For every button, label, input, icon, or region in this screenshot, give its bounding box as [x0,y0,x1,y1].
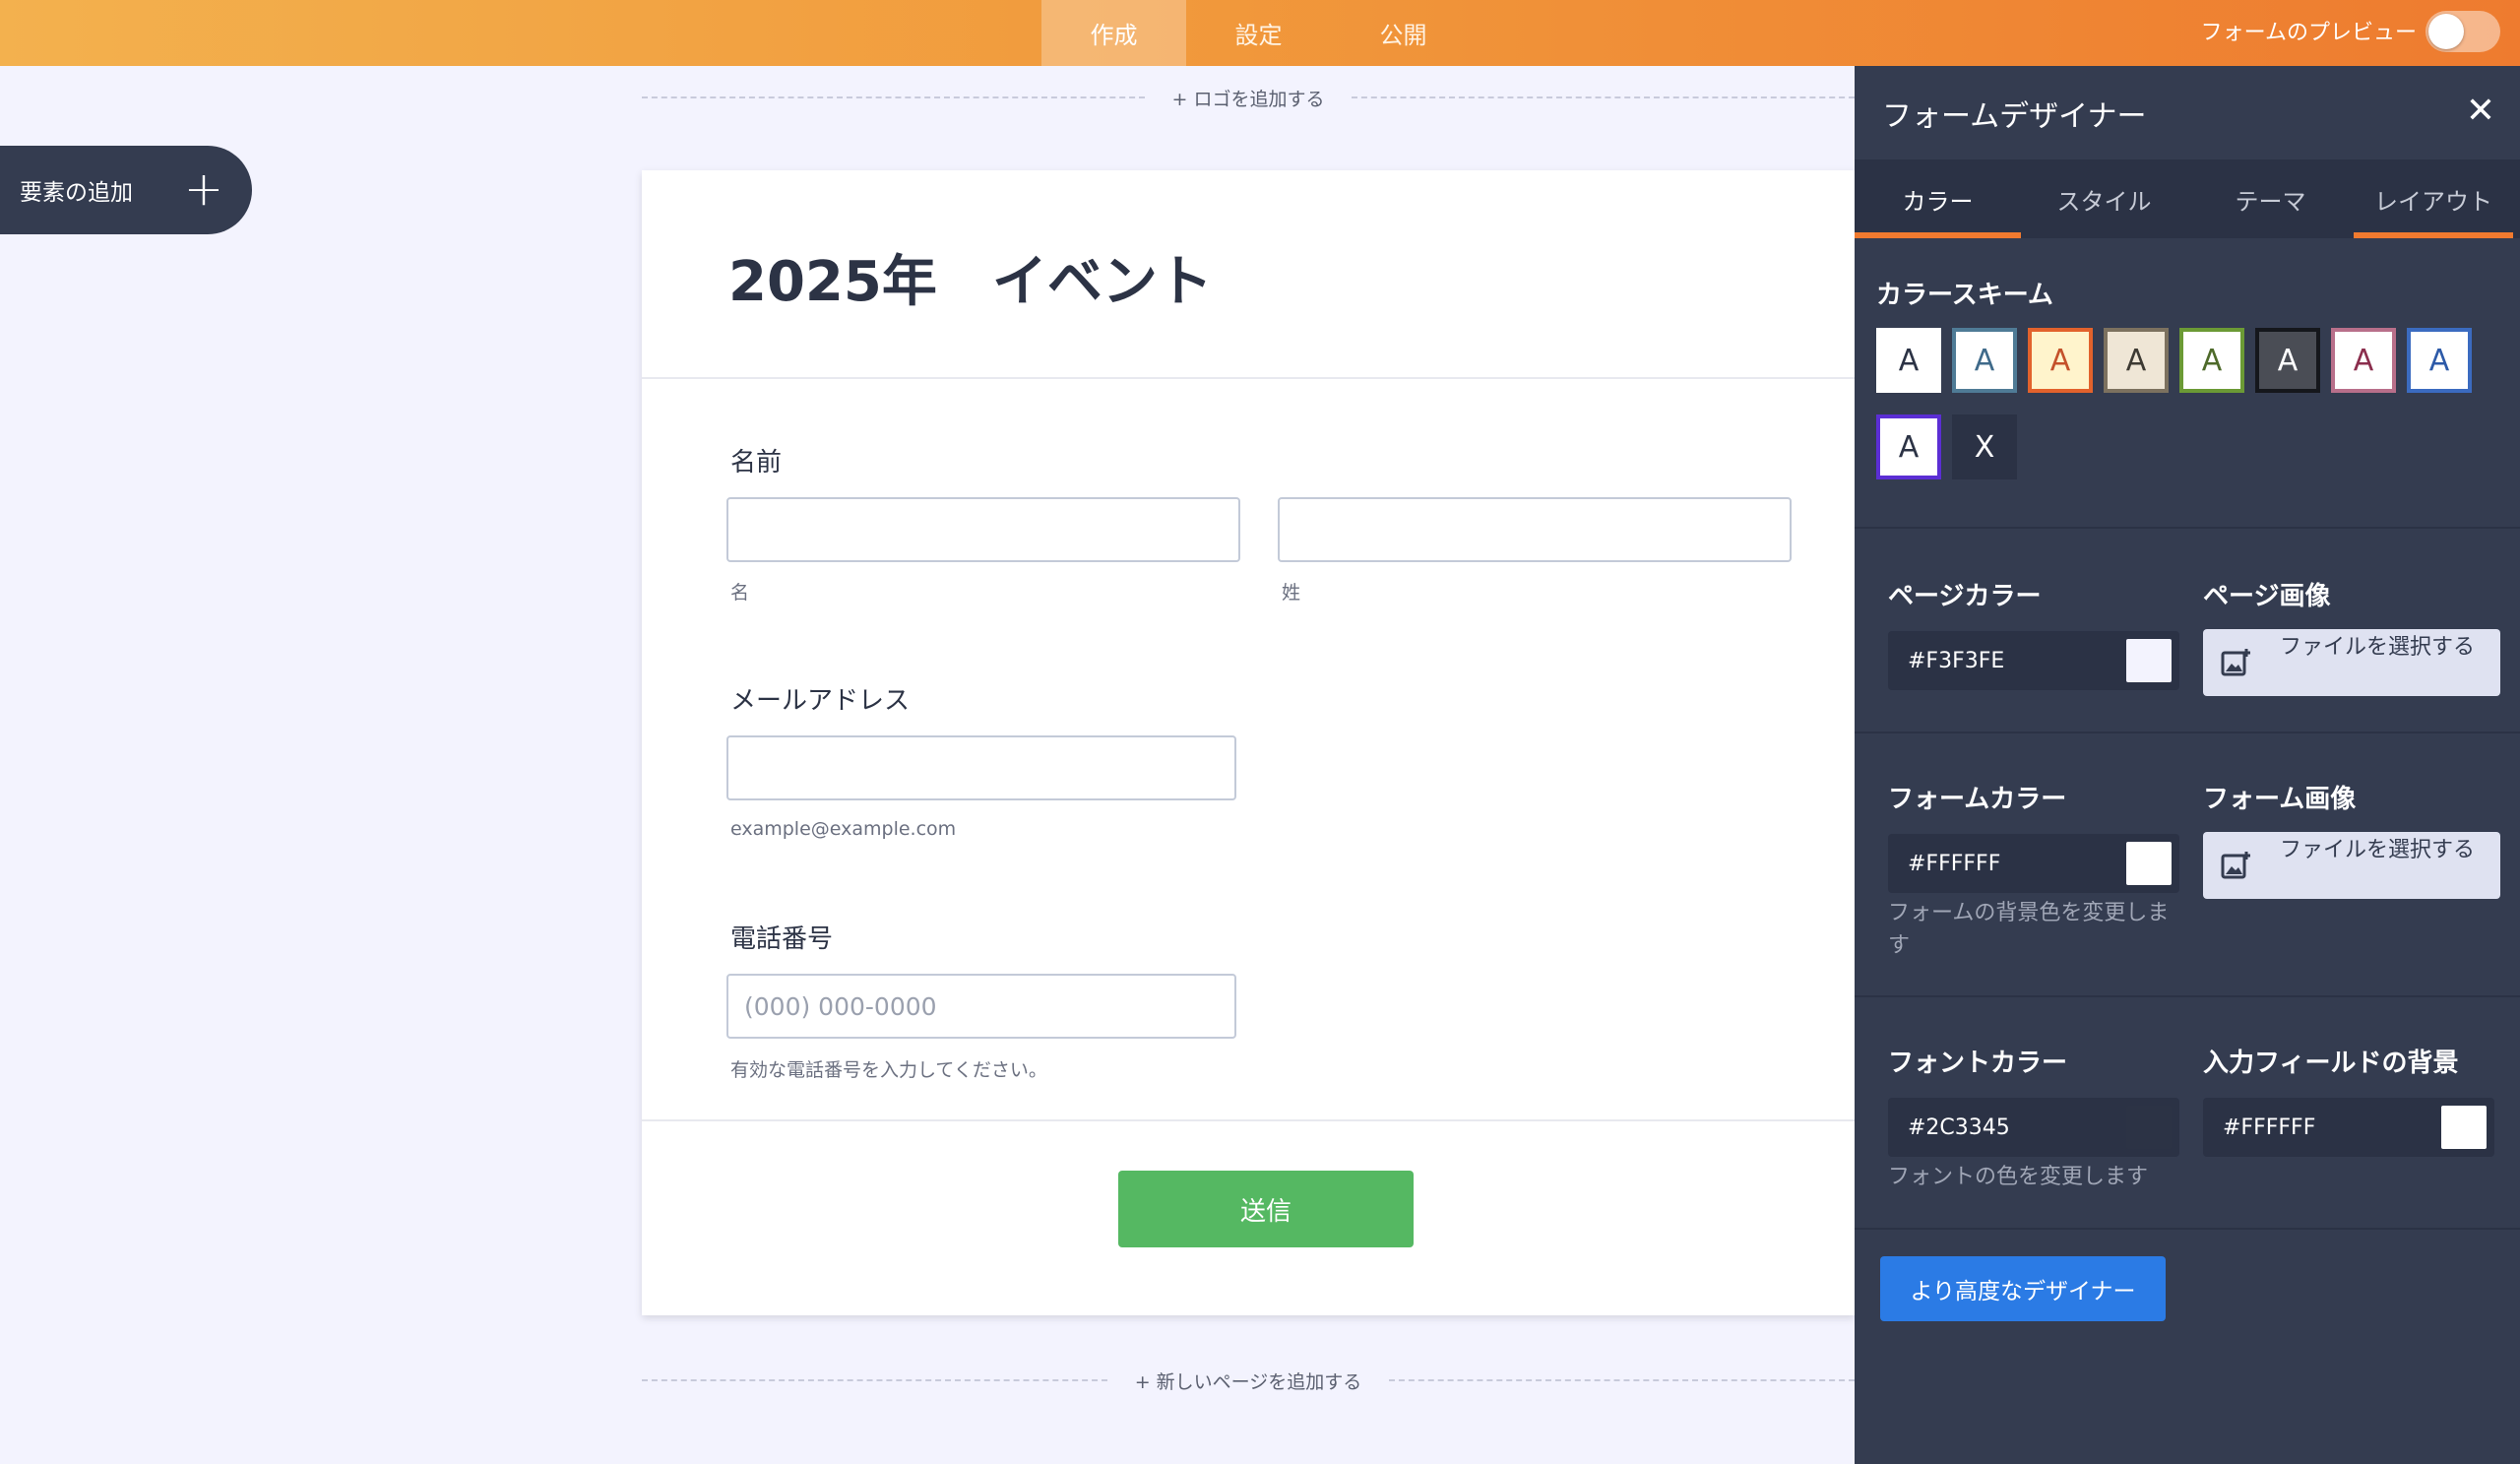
panel-title: フォームデザイナー [1882,99,2147,134]
email-label: メールアドレス [730,686,911,716]
input-background-input[interactable]: #FFFFFF [2203,1098,2494,1157]
form-color-heading: フォームカラー [1888,785,2067,814]
color-scheme-swatch[interactable]: A [1876,328,1941,393]
submit-button[interactable]: 送信 [1118,1171,1414,1247]
color-scheme-swatch[interactable]: A [2407,328,2472,393]
form-preview-label: フォームのプレビュー [2200,21,2417,45]
tab-style[interactable]: スタイル [2021,159,2187,238]
font-color-value: #2C3345 [1908,1114,2010,1140]
tab-theme[interactable]: テーマ [2187,159,2354,238]
color-scheme-swatch[interactable]: A [2331,328,2396,393]
add-page-row: + 新しいページを追加する [642,1366,1855,1395]
page-image-heading: ページ画像 [2203,582,2331,611]
divider [642,1119,1855,1121]
color-scheme-swatch[interactable]: A [2028,328,2093,393]
add-image-icon [2221,852,2250,879]
form-image-file-button[interactable]: ファイルを選択する [2203,832,2500,899]
form-card: 2025年 イベント 名前 名 姓 メールアドレス example@exampl… [642,170,1855,1315]
tab-settings[interactable]: 設定 [1186,0,1331,66]
panel-divider [1855,732,2520,733]
tab-build[interactable]: 作成 [1041,0,1186,66]
color-scheme-swatch[interactable]: A [2255,328,2320,393]
color-scheme-swatch[interactable]: A [2179,328,2244,393]
form-image-heading: フォーム画像 [2203,785,2357,814]
form-image-button-label: ファイルを選択する [2279,838,2475,862]
color-scheme-swatch[interactable]: X [1952,414,2017,479]
form-color-value: #FFFFFF [1908,851,2001,876]
input-background-heading: 入力フィールドの背景 [2203,1049,2459,1078]
page-color-heading: ページカラー [1888,582,2042,611]
add-element-button[interactable]: 要素の追加 + [0,146,252,234]
page-color-value: #F3F3FE [1908,648,2005,673]
dashed-divider [1352,96,1855,98]
form-color-input[interactable]: #FFFFFF [1888,834,2179,893]
phone-sublabel: 有効な電話番号を入力してください。 [730,1059,1047,1081]
first-name-field[interactable] [726,497,1240,562]
plus-icon: + [183,161,224,217]
designer-tabs: カラー スタイル テーマ レイアウト [1855,159,2520,238]
add-page-link[interactable]: + 新しいページを追加する [1107,1368,1390,1394]
dashed-divider [1389,1379,1855,1381]
tab-publish[interactable]: 公開 [1331,0,1476,66]
color-scheme-swatch[interactable]: A [1952,328,2017,393]
close-icon[interactable]: ✕ [2461,92,2500,131]
form-preview-toggle[interactable] [2426,11,2500,52]
panel-divider [1855,1228,2520,1230]
email-input[interactable] [728,737,1234,798]
color-scheme-heading: カラースキーム [1876,281,2053,310]
panel-divider [1855,527,2520,529]
page-image-file-button[interactable]: ファイルを選択する [2203,629,2500,696]
dashed-divider [642,1379,1107,1381]
divider [642,377,1855,379]
top-bar: 作成 設定 公開 フォームのプレビュー [0,0,2520,66]
name-label: 名前 [730,448,783,477]
add-image-icon [2221,649,2250,676]
page-color-chip[interactable] [2126,639,2172,682]
first-name-input[interactable] [728,499,1238,560]
page-image-button-label: ファイルを選択する [2279,635,2475,660]
phone-input[interactable] [728,976,1234,1037]
phone-label: 電話番号 [730,924,834,954]
add-logo-link[interactable]: + ロゴを追加する [1145,85,1353,111]
form-color-chip[interactable] [2126,842,2172,885]
font-color-helper: フォントの色を変更します [1888,1165,2149,1189]
email-sublabel: example@example.com [730,818,957,840]
add-element-label: 要素の追加 [20,180,133,206]
tab-layout[interactable]: レイアウト [2354,159,2513,238]
add-logo-row: + ロゴを追加する [642,83,1855,112]
first-name-sublabel: 名 [730,582,750,604]
phone-field[interactable] [726,974,1236,1039]
toggle-knob [2428,14,2464,49]
color-scheme-swatch[interactable]: A [2104,328,2169,393]
form-designer-panel: フォームデザイナー ✕ カラー スタイル テーマ レイアウト カラースキーム A… [1855,66,2520,1464]
font-color-chip[interactable] [2126,1106,2172,1149]
last-name-input[interactable] [1280,499,1790,560]
font-color-input[interactable]: #2C3345 [1888,1098,2179,1157]
last-name-field[interactable] [1278,497,1792,562]
last-name-sublabel: 姓 [1282,582,1301,604]
panel-divider [1855,995,2520,997]
dashed-divider [642,96,1145,98]
form-color-helper: フォームの背景色を変更します [1888,901,2170,958]
form-title[interactable]: 2025年 イベント [728,237,1213,317]
email-field[interactable] [726,735,1236,800]
input-background-chip[interactable] [2441,1106,2487,1149]
color-scheme-swatch[interactable]: A [1876,414,1941,479]
top-tabs: 作成 設定 公開 [1041,0,1476,66]
tab-color[interactable]: カラー [1855,159,2021,238]
page-color-input[interactable]: #F3F3FE [1888,631,2179,690]
font-color-heading: フォントカラー [1888,1049,2068,1078]
advanced-designer-button[interactable]: より高度なデザイナー [1880,1256,2166,1321]
input-background-value: #FFFFFF [2223,1114,2316,1140]
